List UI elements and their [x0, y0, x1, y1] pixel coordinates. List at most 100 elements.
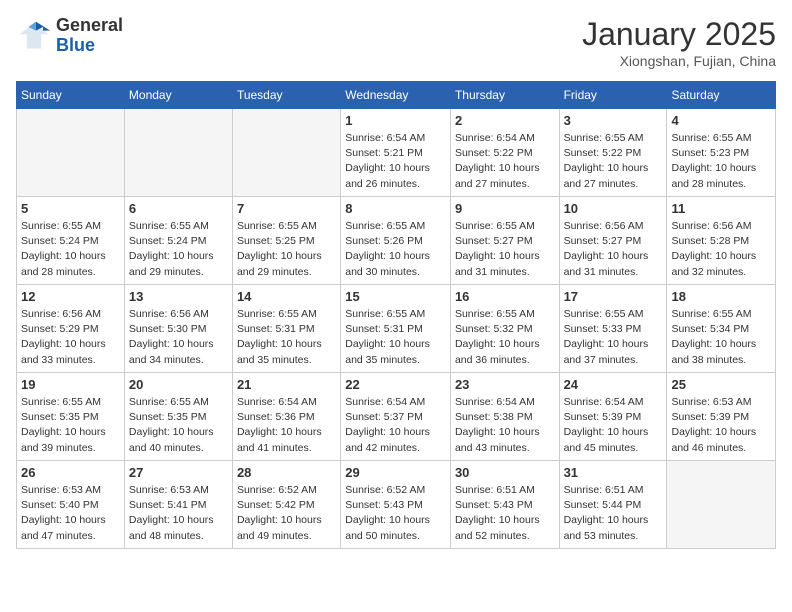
calendar-day-cell: 4 Sunrise: 6:55 AM Sunset: 5:23 PM Daylig…: [667, 109, 776, 197]
day-number: 1: [345, 113, 446, 128]
calendar-week-row: 19 Sunrise: 6:55 AM Sunset: 5:35 PM Dayli…: [17, 373, 776, 461]
calendar-day-cell: 27 Sunrise: 6:53 AM Sunset: 5:41 PM Dayli…: [124, 461, 232, 549]
day-number: 18: [671, 289, 771, 304]
calendar-day-cell: 15 Sunrise: 6:55 AM Sunset: 5:31 PM Dayli…: [341, 285, 451, 373]
day-info: Sunrise: 6:55 AM Sunset: 5:35 PM Dayligh…: [129, 395, 228, 456]
calendar-day-cell: 30 Sunrise: 6:51 AM Sunset: 5:43 PM Dayli…: [450, 461, 559, 549]
day-number: 26: [21, 465, 120, 480]
calendar-day-cell: 12 Sunrise: 6:56 AM Sunset: 5:29 PM Dayli…: [17, 285, 125, 373]
calendar-day-cell: [667, 461, 776, 549]
day-info: Sunrise: 6:51 AM Sunset: 5:43 PM Dayligh…: [455, 483, 555, 544]
day-number: 31: [564, 465, 663, 480]
weekday-header-row: SundayMondayTuesdayWednesdayThursdayFrid…: [17, 82, 776, 109]
day-number: 20: [129, 377, 228, 392]
day-info: Sunrise: 6:53 AM Sunset: 5:40 PM Dayligh…: [21, 483, 120, 544]
calendar-day-cell: 22Sunrise: 6:54 AM Sunset: 5:37 PM Dayli…: [341, 373, 451, 461]
calendar-day-cell: 6 Sunrise: 6:55 AM Sunset: 5:24 PM Daylig…: [124, 197, 232, 285]
calendar-day-cell: 8Sunrise: 6:55 AM Sunset: 5:26 PM Daylig…: [341, 197, 451, 285]
calendar-day-cell: 23 Sunrise: 6:54 AM Sunset: 5:38 PM Dayli…: [450, 373, 559, 461]
day-number: 14: [237, 289, 336, 304]
calendar-day-cell: 31 Sunrise: 6:51 AM Sunset: 5:44 PM Dayli…: [559, 461, 667, 549]
calendar-day-cell: 2Sunrise: 6:54 AM Sunset: 5:22 PM Daylig…: [450, 109, 559, 197]
day-number: 27: [129, 465, 228, 480]
day-info: Sunrise: 6:51 AM Sunset: 5:44 PM Dayligh…: [564, 483, 663, 544]
day-info: Sunrise: 6:56 AM Sunset: 5:28 PM Dayligh…: [671, 219, 771, 280]
day-number: 22: [345, 377, 446, 392]
day-number: 13: [129, 289, 228, 304]
day-number: 5: [21, 201, 120, 216]
day-info: Sunrise: 6:56 AM Sunset: 5:27 PM Dayligh…: [564, 219, 663, 280]
day-number: 10: [564, 201, 663, 216]
calendar-day-cell: 20 Sunrise: 6:55 AM Sunset: 5:35 PM Dayli…: [124, 373, 232, 461]
month-title: January 2025: [582, 16, 776, 53]
weekday-header: Monday: [124, 82, 232, 109]
calendar-day-cell: 13 Sunrise: 6:56 AM Sunset: 5:30 PM Dayli…: [124, 285, 232, 373]
day-info: Sunrise: 6:55 AM Sunset: 5:34 PM Dayligh…: [671, 307, 771, 368]
day-info: Sunrise: 6:55 AM Sunset: 5:23 PM Dayligh…: [671, 131, 771, 192]
day-info: Sunrise: 6:55 AM Sunset: 5:24 PM Dayligh…: [21, 219, 120, 280]
calendar-day-cell: 24Sunrise: 6:54 AM Sunset: 5:39 PM Dayli…: [559, 373, 667, 461]
day-info: Sunrise: 6:54 AM Sunset: 5:38 PM Dayligh…: [455, 395, 555, 456]
day-info: Sunrise: 6:55 AM Sunset: 5:24 PM Dayligh…: [129, 219, 228, 280]
day-number: 16: [455, 289, 555, 304]
day-info: Sunrise: 6:55 AM Sunset: 5:26 PM Dayligh…: [345, 219, 446, 280]
calendar-day-cell: 29 Sunrise: 6:52 AM Sunset: 5:43 PM Dayli…: [341, 461, 451, 549]
calendar-day-cell: 10 Sunrise: 6:56 AM Sunset: 5:27 PM Dayli…: [559, 197, 667, 285]
day-number: 2: [455, 113, 555, 128]
day-number: 11: [671, 201, 771, 216]
day-info: Sunrise: 6:52 AM Sunset: 5:43 PM Dayligh…: [345, 483, 446, 544]
logo: General Blue: [16, 16, 123, 56]
day-number: 25: [671, 377, 771, 392]
day-number: 9: [455, 201, 555, 216]
day-info: Sunrise: 6:55 AM Sunset: 5:22 PM Dayligh…: [564, 131, 663, 192]
day-info: Sunrise: 6:54 AM Sunset: 5:39 PM Dayligh…: [564, 395, 663, 456]
logo-text: General Blue: [56, 16, 123, 56]
location-subtitle: Xiongshan, Fujian, China: [582, 53, 776, 69]
day-info: Sunrise: 6:55 AM Sunset: 5:31 PM Dayligh…: [345, 307, 446, 368]
calendar-day-cell: [124, 109, 232, 197]
calendar-day-cell: [232, 109, 340, 197]
day-number: 21: [237, 377, 336, 392]
calendar-day-cell: 19Sunrise: 6:55 AM Sunset: 5:35 PM Dayli…: [17, 373, 125, 461]
day-info: Sunrise: 6:56 AM Sunset: 5:30 PM Dayligh…: [129, 307, 228, 368]
weekday-header: Thursday: [450, 82, 559, 109]
day-info: Sunrise: 6:53 AM Sunset: 5:41 PM Dayligh…: [129, 483, 228, 544]
day-number: 7: [237, 201, 336, 216]
calendar-day-cell: [17, 109, 125, 197]
weekday-header: Sunday: [17, 82, 125, 109]
day-info: Sunrise: 6:52 AM Sunset: 5:42 PM Dayligh…: [237, 483, 336, 544]
day-info: Sunrise: 6:55 AM Sunset: 5:31 PM Dayligh…: [237, 307, 336, 368]
day-number: 12: [21, 289, 120, 304]
calendar-day-cell: 16Sunrise: 6:55 AM Sunset: 5:32 PM Dayli…: [450, 285, 559, 373]
calendar-table: SundayMondayTuesdayWednesdayThursdayFrid…: [16, 81, 776, 549]
title-block: January 2025 Xiongshan, Fujian, China: [582, 16, 776, 69]
day-number: 4: [671, 113, 771, 128]
calendar-week-row: 1Sunrise: 6:54 AM Sunset: 5:21 PM Daylig…: [17, 109, 776, 197]
calendar-week-row: 26 Sunrise: 6:53 AM Sunset: 5:40 PM Dayli…: [17, 461, 776, 549]
day-number: 6: [129, 201, 228, 216]
logo-icon: [16, 18, 52, 54]
day-info: Sunrise: 6:54 AM Sunset: 5:36 PM Dayligh…: [237, 395, 336, 456]
day-info: Sunrise: 6:56 AM Sunset: 5:29 PM Dayligh…: [21, 307, 120, 368]
calendar-day-cell: 26 Sunrise: 6:53 AM Sunset: 5:40 PM Dayli…: [17, 461, 125, 549]
day-number: 17: [564, 289, 663, 304]
calendar-day-cell: 5 Sunrise: 6:55 AM Sunset: 5:24 PM Daylig…: [17, 197, 125, 285]
day-number: 15: [345, 289, 446, 304]
day-info: Sunrise: 6:53 AM Sunset: 5:39 PM Dayligh…: [671, 395, 771, 456]
calendar-day-cell: 11 Sunrise: 6:56 AM Sunset: 5:28 PM Dayli…: [667, 197, 776, 285]
day-info: Sunrise: 6:55 AM Sunset: 5:25 PM Dayligh…: [237, 219, 336, 280]
weekday-header: Friday: [559, 82, 667, 109]
day-number: 23: [455, 377, 555, 392]
calendar-week-row: 5 Sunrise: 6:55 AM Sunset: 5:24 PM Daylig…: [17, 197, 776, 285]
day-number: 29: [345, 465, 446, 480]
calendar-day-cell: 18 Sunrise: 6:55 AM Sunset: 5:34 PM Dayli…: [667, 285, 776, 373]
calendar-day-cell: 14 Sunrise: 6:55 AM Sunset: 5:31 PM Dayli…: [232, 285, 340, 373]
day-number: 19: [21, 377, 120, 392]
calendar-day-cell: 7 Sunrise: 6:55 AM Sunset: 5:25 PM Daylig…: [232, 197, 340, 285]
day-number: 30: [455, 465, 555, 480]
day-info: Sunrise: 6:55 AM Sunset: 5:27 PM Dayligh…: [455, 219, 555, 280]
calendar-day-cell: 28 Sunrise: 6:52 AM Sunset: 5:42 PM Dayli…: [232, 461, 340, 549]
day-number: 28: [237, 465, 336, 480]
calendar-day-cell: 21 Sunrise: 6:54 AM Sunset: 5:36 PM Dayli…: [232, 373, 340, 461]
calendar-day-cell: 3Sunrise: 6:55 AM Sunset: 5:22 PM Daylig…: [559, 109, 667, 197]
